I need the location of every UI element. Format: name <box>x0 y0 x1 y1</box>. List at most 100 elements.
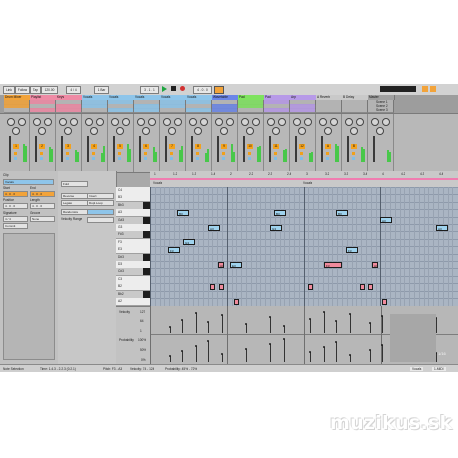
volume-fader[interactable] <box>113 136 115 162</box>
midi-note[interactable] <box>368 283 373 290</box>
send-a-knob[interactable] <box>33 118 41 126</box>
black-key[interactable] <box>143 268 150 276</box>
probability-handle[interactable] <box>349 354 352 356</box>
piano-key[interactable]: A2 <box>116 298 152 306</box>
black-key[interactable] <box>143 201 150 209</box>
probability-stem[interactable] <box>350 355 351 362</box>
probability-stem[interactable] <box>246 349 247 362</box>
midi-note[interactable]: F3 <box>168 246 180 253</box>
volume-fader[interactable] <box>295 136 297 162</box>
pan-knob[interactable] <box>272 127 280 135</box>
record-icon[interactable] <box>180 86 185 91</box>
arm-button[interactable] <box>274 157 277 160</box>
volume-fader[interactable] <box>191 136 193 162</box>
probability-handle[interactable] <box>283 338 286 340</box>
probability-stem[interactable] <box>324 347 325 362</box>
send-a-knob[interactable] <box>59 118 67 126</box>
black-key[interactable] <box>143 231 150 239</box>
position-field[interactable]: 4 . 0 . 0 <box>3 203 28 209</box>
arm-button[interactable] <box>144 157 147 160</box>
black-key[interactable] <box>143 253 150 261</box>
pan-knob[interactable] <box>116 127 124 135</box>
arm-button[interactable] <box>118 157 121 160</box>
metronome-menu[interactable]: 1 Bar <box>94 86 109 94</box>
pan-knob[interactable] <box>376 127 384 135</box>
velocity-stem[interactable] <box>208 322 209 333</box>
black-key[interactable] <box>143 290 150 298</box>
tempo-field[interactable]: 120.00 <box>41 86 58 94</box>
velocity-handle[interactable] <box>349 313 352 315</box>
send-b-knob[interactable] <box>278 118 286 126</box>
probability-handle[interactable] <box>323 346 326 348</box>
probability-stem[interactable] <box>284 339 285 362</box>
track-activator-button[interactable]: 9 <box>221 144 227 149</box>
velocity-stem[interactable] <box>284 326 285 333</box>
arm-button[interactable] <box>222 157 225 160</box>
send-a-knob[interactable] <box>7 118 15 126</box>
track-activator-button[interactable]: 3 <box>65 144 71 149</box>
clip-name-field[interactable]: Vocals <box>3 179 54 185</box>
solo-button[interactable] <box>300 152 303 155</box>
track-activator-button[interactable]: 1 <box>13 144 19 149</box>
midi-note[interactable]: B3 <box>177 209 189 216</box>
send-a-knob[interactable] <box>189 118 197 126</box>
pan-knob[interactable] <box>194 127 202 135</box>
pan-knob[interactable] <box>90 127 98 135</box>
play-icon[interactable] <box>162 86 167 92</box>
velocity-handle[interactable] <box>221 314 224 316</box>
midi-note[interactable]: B3 <box>336 209 348 216</box>
volume-fader[interactable] <box>269 136 271 162</box>
probability-handle[interactable] <box>169 355 172 357</box>
velocity-handle[interactable] <box>195 312 198 314</box>
send-a-knob[interactable] <box>215 118 223 126</box>
pan-knob[interactable] <box>324 127 332 135</box>
probability-handle[interactable] <box>269 343 272 345</box>
volume-fader[interactable] <box>35 136 37 162</box>
velocity-handle[interactable] <box>323 311 326 313</box>
velocity-handle[interactable] <box>207 321 210 323</box>
invert-button[interactable]: Invert <box>87 193 114 199</box>
arm-button[interactable] <box>326 157 329 160</box>
velocity-stem[interactable] <box>246 324 247 333</box>
send-a-knob[interactable] <box>163 118 171 126</box>
pan-knob[interactable] <box>220 127 228 135</box>
velocity-handle[interactable] <box>169 326 172 328</box>
groove-select[interactable]: None <box>30 216 55 222</box>
probability-stem[interactable] <box>270 344 271 362</box>
velocity-handle[interactable] <box>381 315 384 317</box>
probability-handle[interactable] <box>207 340 210 342</box>
send-b-knob[interactable] <box>304 118 312 126</box>
track-activator-button[interactable]: 10 <box>247 144 253 149</box>
solo-button[interactable] <box>66 152 69 155</box>
send-b-knob[interactable] <box>330 118 338 126</box>
velocity-stem[interactable] <box>336 321 337 333</box>
solo-button[interactable] <box>222 152 225 155</box>
solo-button[interactable] <box>170 152 173 155</box>
status-midi[interactable]: 1-MIDI <box>432 367 446 371</box>
midi-note[interactable]: B3 <box>274 209 286 216</box>
midi-note[interactable] <box>219 283 224 290</box>
loop-switch-icon[interactable] <box>214 86 224 94</box>
signature-field[interactable]: 4 / 4 <box>66 86 81 94</box>
arm-button[interactable] <box>248 157 251 160</box>
track-activator-button[interactable]: 5 <box>117 144 123 149</box>
stop-icon[interactable] <box>171 86 176 91</box>
send-b-knob[interactable] <box>18 118 26 126</box>
midi-note[interactable] <box>210 283 215 290</box>
velocity-handle[interactable] <box>335 320 338 322</box>
volume-fader[interactable] <box>243 136 245 162</box>
arm-button[interactable] <box>196 157 199 160</box>
midi-note[interactable]: A3 <box>208 224 220 231</box>
arm-button[interactable] <box>66 157 69 160</box>
pan-knob[interactable] <box>246 127 254 135</box>
solo-button[interactable] <box>274 152 277 155</box>
track-activator-button[interactable]: 4 <box>91 144 97 149</box>
track-activator-button[interactable]: 11 <box>273 144 279 149</box>
midi-note[interactable] <box>360 283 365 290</box>
status-track[interactable]: Vocals <box>410 367 424 371</box>
loop-start-field[interactable]: 4 . 0 . 0 <box>193 86 212 94</box>
send-a-knob[interactable] <box>319 118 327 126</box>
midi-note[interactable]: G3 <box>183 239 195 246</box>
velocity-stem[interactable] <box>222 315 223 333</box>
midi-note[interactable]: E3 <box>230 261 242 268</box>
